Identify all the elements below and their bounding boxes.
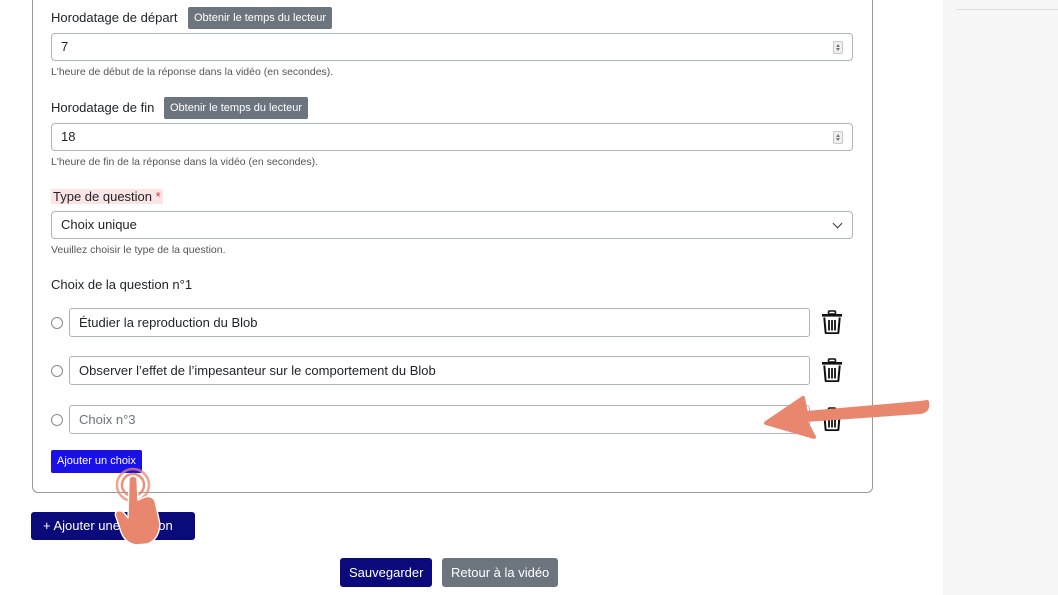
choices-heading: Choix de la question n°1 — [51, 277, 193, 292]
choice-3-input[interactable]: Choix n°3 — [69, 405, 810, 434]
panel-divider — [957, 9, 1058, 10]
number-spinner-icon[interactable] — [833, 41, 843, 54]
end-timestamp-help: L'heure de fin de la réponse dans la vid… — [51, 156, 319, 168]
chevron-down-icon — [832, 218, 843, 229]
start-timestamp-help: L'heure de début de la réponse dans la v… — [51, 66, 334, 78]
choice-2-radio[interactable] — [51, 365, 63, 377]
question-type-selected: Choix unique — [61, 217, 137, 232]
trash-icon[interactable] — [821, 310, 843, 334]
add-choice-button[interactable]: Ajouter un choix — [51, 450, 142, 473]
end-timestamp-input[interactable]: 18 — [51, 123, 853, 151]
end-get-player-time-button[interactable]: Obtenir le temps du lecteur — [164, 97, 309, 119]
question-type-help: Veuillez choisir le type de la question. — [51, 244, 226, 256]
trash-icon[interactable] — [821, 358, 843, 382]
trash-icon[interactable] — [821, 407, 843, 431]
back-to-video-button[interactable]: Retour à la vidéo — [442, 558, 559, 587]
choice-2-input[interactable]: Observer l’effet de l’impesanteur sur le… — [69, 356, 810, 385]
start-timestamp-input[interactable]: 7 — [51, 33, 853, 61]
number-spinner-icon[interactable] — [833, 131, 843, 144]
add-question-button[interactable]: + Ajouter une question — [31, 512, 195, 540]
question-type-select[interactable]: Choix unique — [51, 211, 853, 239]
start-timestamp-value: 7 — [61, 39, 69, 54]
choice-1-input[interactable]: Étudier la reproduction du Blob — [69, 308, 810, 337]
end-timestamp-label: Horodatage de fin — [51, 100, 155, 115]
save-button[interactable]: Sauvegarder — [340, 558, 433, 587]
start-timestamp-label: Horodatage de départ — [51, 10, 178, 25]
right-side-panel — [943, 0, 1058, 595]
choice-1-radio[interactable] — [51, 317, 63, 329]
choice-3-radio[interactable] — [51, 414, 63, 426]
start-get-player-time-button[interactable]: Obtenir le temps du lecteur — [188, 7, 333, 29]
question-type-label: Type de question * — [51, 189, 163, 204]
required-mark: * — [155, 189, 161, 204]
end-timestamp-value: 18 — [61, 129, 76, 144]
